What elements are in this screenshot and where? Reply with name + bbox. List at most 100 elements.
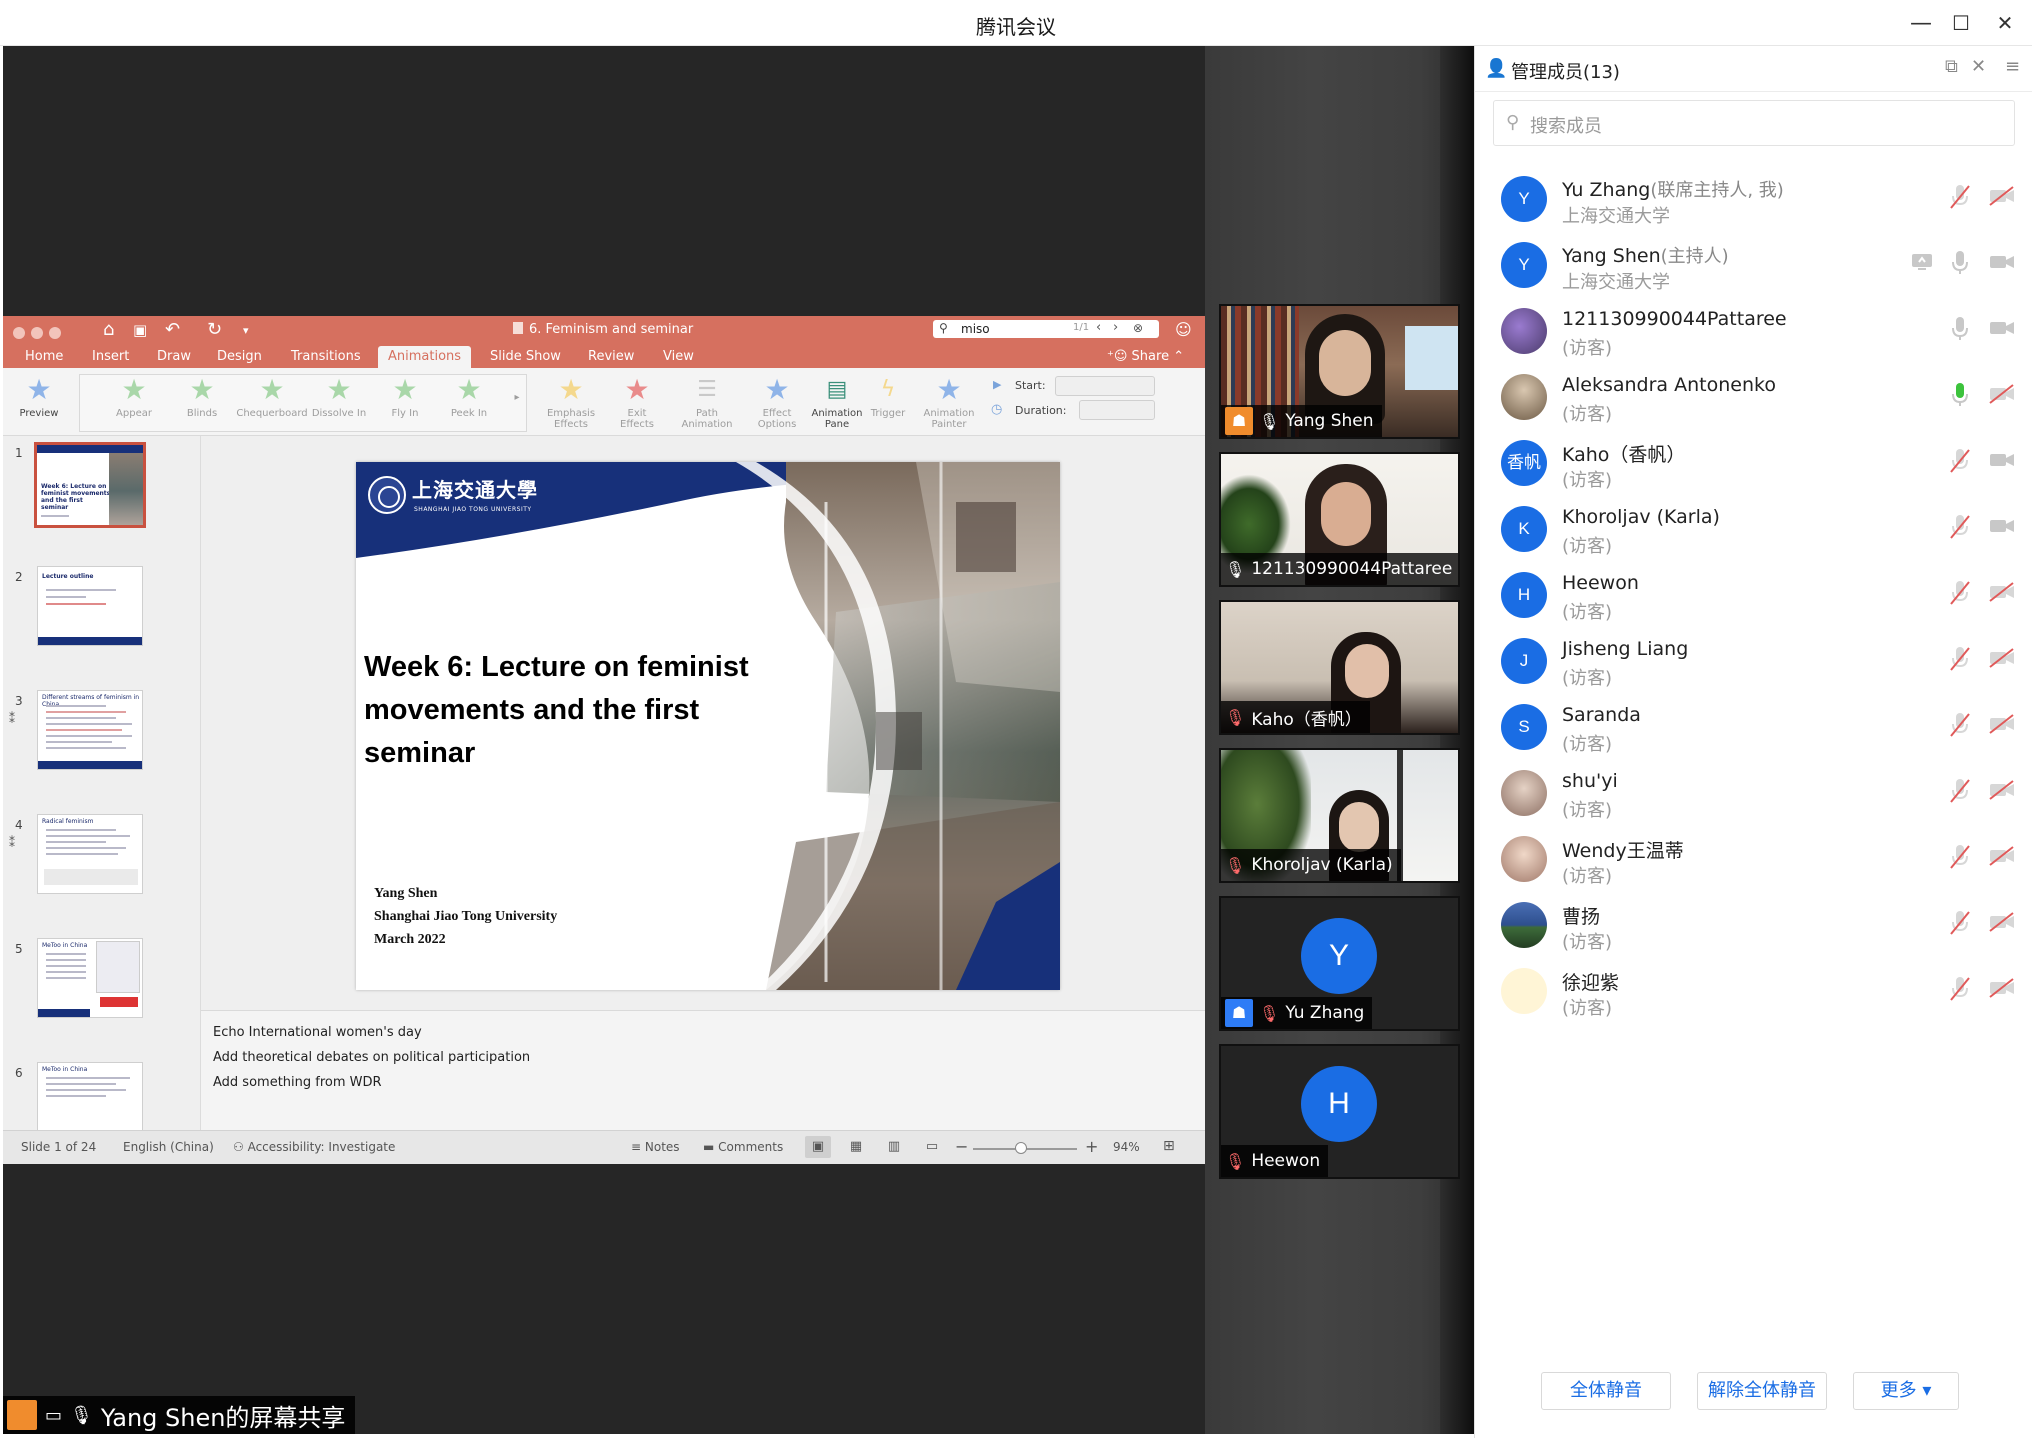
camera-off-icon[interactable] [1989, 648, 2015, 668]
share-button[interactable]: ⁺☺ Share ⌃ [1107, 349, 1184, 364]
member-row[interactable]: shu'yi (访客) [1475, 760, 2032, 826]
camera-off-icon[interactable] [1989, 846, 2015, 866]
comments-toggle[interactable]: ▬ Comments [703, 1140, 783, 1154]
video-tile-heewon[interactable]: H 🎙 Heewon [1219, 1044, 1460, 1179]
slide-thumbnail-1[interactable]: Week 6: Lecture on feminist movements an… [34, 442, 146, 528]
normal-view-icon[interactable]: ▣ [805, 1136, 831, 1158]
mic-muted-icon[interactable] [1949, 910, 1971, 936]
slide-thumbnail-4[interactable]: Radical feminism [37, 814, 143, 894]
tab-review[interactable]: Review [588, 349, 634, 364]
slide-thumbnail-6[interactable]: MeToo in China [37, 1062, 143, 1130]
minimize-dot-icon[interactable] [31, 327, 43, 339]
maximize-button[interactable]: ☐ [1944, 8, 1978, 38]
video-tile-karla[interactable]: 🎙 Khoroljav (Karla) [1219, 748, 1460, 883]
mic-muted-icon[interactable] [1949, 976, 1971, 1002]
close-button[interactable]: ✕ [1988, 8, 2022, 38]
undo-icon[interactable]: ↶ [165, 319, 180, 340]
slide-thumbnail-2[interactable]: Lecture outline [37, 566, 143, 646]
fit-slide-icon[interactable]: ⊞ [1163, 1138, 1175, 1154]
current-slide[interactable]: 上海交通大學 SHANGHAI JIAO TONG UNIVERSITY Wee… [356, 462, 1060, 990]
find-prev-icon[interactable]: ‹ [1096, 320, 1101, 335]
camera-icon[interactable] [1989, 252, 2015, 272]
panel-close-icon[interactable]: ✕ [1971, 56, 1986, 77]
member-row[interactable]: Aleksandra Antonenko (访客) [1475, 364, 2032, 430]
customize-icon[interactable]: ▾ [243, 324, 249, 337]
trigger-button[interactable]: ϟ Trigger [865, 372, 911, 419]
camera-icon[interactable] [1989, 516, 2015, 536]
mic-muted-icon[interactable] [1949, 712, 1971, 738]
path-animation-button[interactable]: ☰ Path Animation [675, 372, 739, 430]
popout-icon[interactable]: ⧉ [1945, 56, 1958, 77]
tab-insert[interactable]: Insert [92, 349, 129, 364]
find-clear-icon[interactable]: ⊗ [1133, 321, 1143, 335]
slide-sorter-icon[interactable]: ▦ [843, 1136, 869, 1158]
reading-view-icon[interactable]: ▥ [881, 1136, 907, 1158]
zoom-slider-handle[interactable] [1015, 1142, 1027, 1154]
animation-painter-button[interactable]: ★ Animation Painter [917, 372, 981, 430]
tab-draw[interactable]: Draw [157, 349, 191, 364]
effect-options-button[interactable]: ★ Effect Options [747, 372, 807, 430]
member-row[interactable]: 徐迎紫 (访客) [1475, 958, 2032, 1024]
camera-icon[interactable] [1989, 450, 2015, 470]
effect-appear[interactable]: ★ Appear [103, 372, 165, 419]
video-tile-kaho[interactable]: 🎙 Kaho（香帆） [1219, 600, 1460, 735]
account-icon[interactable]: ☺ [1175, 320, 1192, 339]
member-row[interactable]: 121130990044Pattaree (访客) [1475, 298, 2032, 364]
effect-peek-in[interactable]: ★ Peek In [439, 372, 499, 419]
mic-muted-icon[interactable] [1949, 580, 1971, 606]
mic-icon[interactable] [1949, 316, 1971, 342]
video-tile-yu-zhang[interactable]: Y ☗ 🎙 Yu Zhang [1219, 896, 1460, 1031]
mic-icon[interactable] [1949, 250, 1971, 276]
video-tile-yang-shen[interactable]: ☗ 🎙 Yang Shen [1219, 304, 1460, 439]
member-row[interactable]: 曹扬 (访客) [1475, 892, 2032, 958]
mute-all-button[interactable]: 全体静音 [1541, 1372, 1671, 1410]
effect-fly-in[interactable]: ★ Fly In [377, 372, 433, 419]
zoom-level[interactable]: 94% [1113, 1140, 1140, 1154]
camera-off-icon[interactable] [1989, 384, 2015, 404]
video-tile-pattaree[interactable]: 🎙 121130990044Pattaree [1219, 452, 1460, 587]
accessibility-indicator[interactable]: ⚇ Accessibility: Investigate [233, 1140, 395, 1154]
mic-muted-icon[interactable] [1949, 778, 1971, 804]
member-row[interactable]: Y Yang Shen(主持人) 上海交通大学 [1475, 232, 2032, 298]
duration-stepper[interactable] [1079, 400, 1155, 420]
tab-home[interactable]: Home [25, 349, 63, 364]
tab-view[interactable]: View [663, 349, 694, 364]
unmute-all-button[interactable]: 解除全体静音 [1697, 1372, 1827, 1410]
start-select[interactable] [1055, 376, 1155, 396]
zoom-in-icon[interactable]: + [1085, 1137, 1098, 1156]
camera-off-icon[interactable] [1989, 582, 2015, 602]
preview-button[interactable]: ★ Preview [13, 372, 65, 419]
zoom-out-icon[interactable]: − [955, 1137, 968, 1156]
find-query[interactable]: miso [961, 322, 990, 336]
member-search-input[interactable]: ⚲ 搜索成员 [1493, 100, 2015, 146]
tab-animations[interactable]: Animations [378, 346, 472, 368]
camera-off-icon[interactable] [1989, 912, 2015, 932]
exit-effects-button[interactable]: ★ Exit Effects [607, 372, 667, 430]
camera-off-icon[interactable] [1989, 714, 2015, 734]
tab-design[interactable]: Design [217, 349, 262, 364]
camera-icon[interactable] [1989, 318, 2015, 338]
zoom-dot-icon[interactable] [49, 327, 61, 339]
member-row[interactable]: K Khoroljav (Karla) (访客) [1475, 496, 2032, 562]
more-button[interactable]: 更多 ▾ [1853, 1372, 1959, 1410]
mic-muted-icon[interactable] [1949, 514, 1971, 540]
mic-muted-icon[interactable] [1949, 844, 1971, 870]
effect-blinds[interactable]: ★ Blinds [171, 372, 233, 419]
collapse-ribbon-icon[interactable]: ⌃ [1173, 349, 1184, 364]
find-next-icon[interactable]: › [1113, 320, 1118, 335]
find-box[interactable]: ⚲ miso 1/1 ‹ › ⊗ [933, 320, 1159, 338]
notes-pane[interactable]: Echo International women's day Add theor… [201, 1010, 1205, 1130]
member-row[interactable]: Wendy王温蒂 (访客) [1475, 826, 2032, 892]
member-row[interactable]: S Saranda (访客) [1475, 694, 2032, 760]
slideshow-view-icon[interactable]: ▭ [919, 1136, 945, 1158]
slide-thumbnail-5[interactable]: MeToo in China [37, 938, 143, 1018]
emphasis-effects-button[interactable]: ★ Emphasis Effects [539, 372, 603, 430]
home-icon[interactable]: ⌂ [103, 319, 114, 340]
panel-menu-icon[interactable]: ≡ [2005, 56, 2020, 77]
tab-slide-show[interactable]: Slide Show [490, 349, 561, 364]
animation-pane-button[interactable]: ▤ Animation Pane [807, 372, 867, 430]
effect-chequerboard[interactable]: ★ Chequerboard [235, 372, 309, 419]
mic-muted-icon[interactable] [1949, 646, 1971, 672]
close-dot-icon[interactable] [13, 327, 25, 339]
tab-transitions[interactable]: Transitions [291, 349, 361, 364]
